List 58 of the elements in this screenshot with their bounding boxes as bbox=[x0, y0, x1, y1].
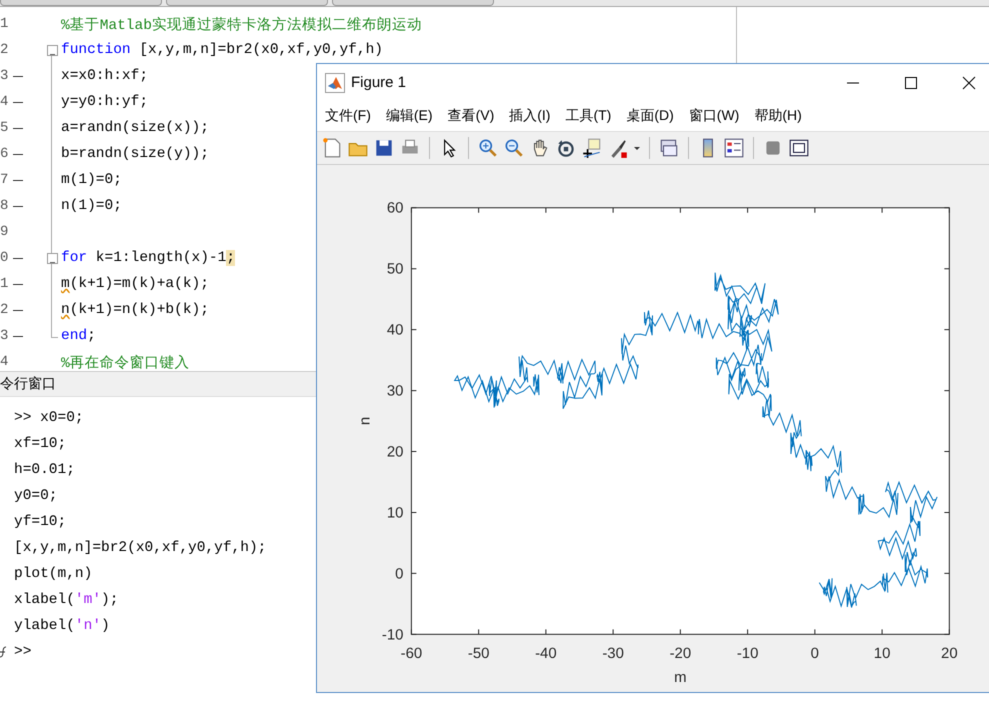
code-line: m(k+1)=m(k)+a(k); bbox=[61, 276, 209, 292]
line-number: 9 bbox=[0, 224, 9, 240]
command-line: >> x0=0; bbox=[14, 410, 84, 426]
code-line: n(1)=0; bbox=[61, 198, 122, 214]
y-tick-label: 30 bbox=[386, 384, 404, 400]
line-number: 2 bbox=[0, 42, 9, 58]
line-number: 3 bbox=[0, 328, 9, 344]
code-line: y=y0:h:yf; bbox=[61, 94, 148, 110]
y-tick-label: 60 bbox=[386, 200, 404, 217]
line-number: 4 bbox=[0, 354, 9, 370]
x-tick-label: -50 bbox=[468, 646, 490, 662]
y-tick-label: 40 bbox=[386, 322, 404, 339]
command-line: [x,y,m,n]=br2(x0,xf,y0,yf,h); bbox=[14, 540, 266, 556]
code-line: x=x0:h:xf; bbox=[61, 68, 148, 84]
command-line: >> bbox=[14, 644, 32, 660]
line-number: 3 bbox=[0, 68, 9, 84]
x-axis-label: m bbox=[674, 670, 687, 686]
x-tick-label: -10 bbox=[736, 646, 758, 662]
command-line: ylabel('n') bbox=[14, 618, 110, 634]
x-tick-label: -30 bbox=[602, 646, 624, 662]
x-tick-label: -20 bbox=[670, 646, 692, 662]
line-number: 4 bbox=[0, 94, 9, 110]
line-number: 1 bbox=[0, 16, 9, 32]
window-title: Figure 1 bbox=[351, 74, 408, 91]
y-tick-label: 50 bbox=[386, 262, 404, 278]
code-line: m(1)=0; bbox=[61, 172, 122, 188]
code-line: %再在命令窗口键入 bbox=[61, 354, 190, 372]
command-line: yf=10; bbox=[14, 514, 66, 530]
y-tick-label: 20 bbox=[386, 444, 404, 460]
x-tick-label: 10 bbox=[874, 646, 890, 662]
line-number: 8 bbox=[0, 198, 9, 214]
command-line: xf=10; bbox=[14, 436, 66, 452]
line-number: 2 bbox=[0, 302, 9, 318]
x-tick-label: -60 bbox=[400, 646, 422, 662]
line-number: 1 bbox=[0, 276, 9, 292]
command-line: xlabel('m'); bbox=[14, 592, 118, 608]
line-number: 7 bbox=[0, 172, 9, 188]
command-line: y0=0; bbox=[14, 488, 58, 504]
command-line: plot(m,n) bbox=[14, 566, 92, 582]
line-number: 6 bbox=[0, 146, 9, 162]
panel-title: 令行窗口 bbox=[0, 375, 56, 393]
code-line: b=randn(size(y)); bbox=[61, 146, 209, 162]
y-axis-label: n bbox=[358, 416, 374, 426]
code-line: function [x,y,m,n]=br2(x0,xf,y0,yf,h) bbox=[61, 42, 383, 58]
line-number: 5 bbox=[0, 120, 9, 136]
y-tick-label: 0 bbox=[395, 566, 404, 582]
code-line: end; bbox=[61, 328, 96, 344]
code-line: %基于Matlab实现通过蒙特卡洛方法模拟二维布朗运动 bbox=[61, 16, 422, 34]
code-line: a=randn(size(x)); bbox=[61, 120, 209, 136]
y-tick-label: -10 bbox=[382, 627, 404, 644]
x-tick-label: 0 bbox=[810, 646, 819, 662]
line-number: 0 bbox=[0, 250, 9, 266]
code-line: for k=1:length(x)-1; bbox=[61, 250, 236, 266]
x-tick-label: 20 bbox=[941, 646, 958, 662]
y-tick-label: 10 bbox=[386, 505, 404, 522]
x-tick-label: -40 bbox=[535, 646, 557, 662]
command-line: h=0.01; bbox=[14, 462, 75, 478]
code-line: n(k+1)=n(k)+b(k); bbox=[61, 302, 209, 318]
